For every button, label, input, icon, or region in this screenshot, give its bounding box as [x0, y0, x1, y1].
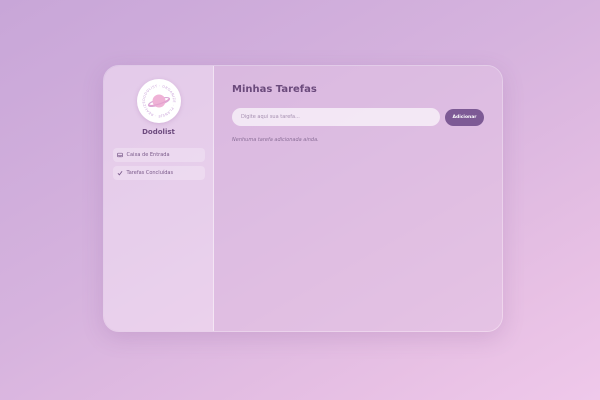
planet-logo-graphic: DODOLIST · ORGANIZE · PLANEJE · REALIZE …: [139, 81, 176, 118]
check-icon: [117, 170, 123, 176]
add-task-button[interactable]: Adicionar: [445, 108, 484, 126]
main-panel: Minhas Tarefas Adicionar Nenhuma tarefa …: [214, 66, 502, 331]
planet-logo: DODOLIST · ORGANIZE · PLANEJE · REALIZE …: [136, 79, 181, 123]
task-entry-row: Adicionar: [232, 108, 485, 126]
sidebar-item-completed[interactable]: Tarefas Concluídas: [112, 166, 205, 180]
sidebar: DODOLIST · ORGANIZE · PLANEJE · REALIZE …: [104, 66, 214, 331]
brand-name: Dodolist: [142, 128, 175, 136]
app-window: DODOLIST · ORGANIZE · PLANEJE · REALIZE …: [103, 65, 503, 332]
inbox-icon: [116, 152, 123, 158]
sidebar-item-label: Caixa de Entrada: [126, 152, 170, 158]
sidebar-nav: Caixa de Entrada Tarefas Concluídas: [112, 148, 205, 180]
sidebar-item-label: Tarefas Concluídas: [126, 170, 174, 176]
sidebar-item-inbox[interactable]: Caixa de Entrada: [112, 148, 205, 162]
task-input[interactable]: [232, 108, 440, 126]
empty-state-message: Nenhuma tarefa adicionada ainda.: [232, 137, 319, 143]
page-title: Minhas Tarefas: [232, 84, 317, 95]
